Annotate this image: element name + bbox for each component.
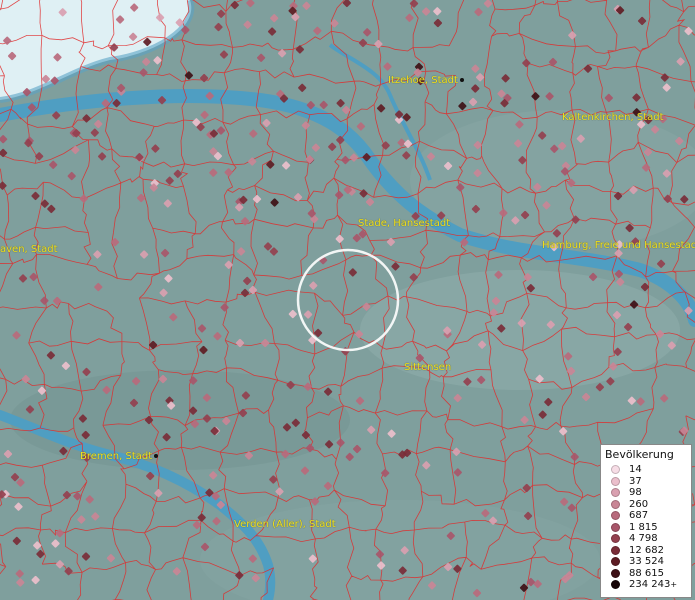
legend-label: 234 243 (629, 579, 671, 591)
legend-swatch (611, 522, 620, 532)
legend-item: 4 798 (605, 533, 687, 545)
city-label-bremerhaven[interactable]: aven, Stadt (0, 244, 58, 255)
legend-label: 12 682 (629, 544, 664, 556)
legend-swatch (611, 499, 620, 509)
city-marker (154, 454, 159, 458)
city-label-hamburg[interactable]: Hamburg, Freie und Hansestadt (542, 240, 695, 251)
legend-label: 37 (629, 475, 642, 487)
legend-item: 260 (605, 499, 687, 511)
legend-label: 1 815 (629, 521, 658, 533)
legend-swatch (611, 545, 620, 555)
legend-item: 33 524 (605, 556, 687, 568)
legend-label: 14 (629, 464, 642, 476)
legend-item: 234 243 + (605, 579, 687, 591)
legend-item: 1 815 (605, 522, 687, 534)
city-label-verden[interactable]: Verden (Aller), Stadt (234, 519, 336, 530)
legend-label: 98 (629, 487, 642, 499)
legend-suffix: + (670, 580, 678, 590)
legend-label: 260 (629, 498, 649, 510)
legend-item: 98 (605, 487, 687, 499)
city-label-sittensen[interactable]: Sittensen (404, 362, 451, 373)
legend-item: 88 615 (605, 568, 687, 580)
legend-label: 88 615 (629, 567, 664, 579)
legend-label: 33 524 (629, 556, 664, 568)
city-label-kaltenkirchen[interactable]: Kaltenkirchen, Stadt (562, 112, 664, 123)
legend-item: 12 682 (605, 545, 687, 557)
legend-item: 687 (605, 510, 687, 522)
population-legend: Bevölkerung 14 37 98 260 687 1 815 4 798 12 682… (600, 444, 692, 598)
legend-label: 4 798 (629, 533, 658, 545)
legend-swatch (611, 511, 620, 521)
legend-swatch (611, 580, 620, 590)
city-label-itzehoe[interactable]: Itzehoe, Stadt (388, 75, 464, 86)
city-label-bremen[interactable]: Bremen, Stadt (80, 451, 159, 462)
legend-swatch (611, 465, 620, 475)
city-label-stade[interactable]: Stade, Hansestadt (358, 218, 450, 229)
legend-swatch (611, 557, 620, 567)
legend-label: 687 (629, 510, 649, 522)
legend-swatch (611, 476, 620, 486)
legend-title: Bevölkerung (605, 448, 674, 461)
legend-item: 37 (605, 476, 687, 488)
legend-item: 14 (605, 464, 687, 476)
legend-swatch (611, 488, 620, 498)
legend-swatch (611, 568, 620, 578)
map-canvas[interactable] (0, 0, 695, 600)
legend-swatch (611, 534, 620, 544)
city-marker (459, 78, 464, 82)
